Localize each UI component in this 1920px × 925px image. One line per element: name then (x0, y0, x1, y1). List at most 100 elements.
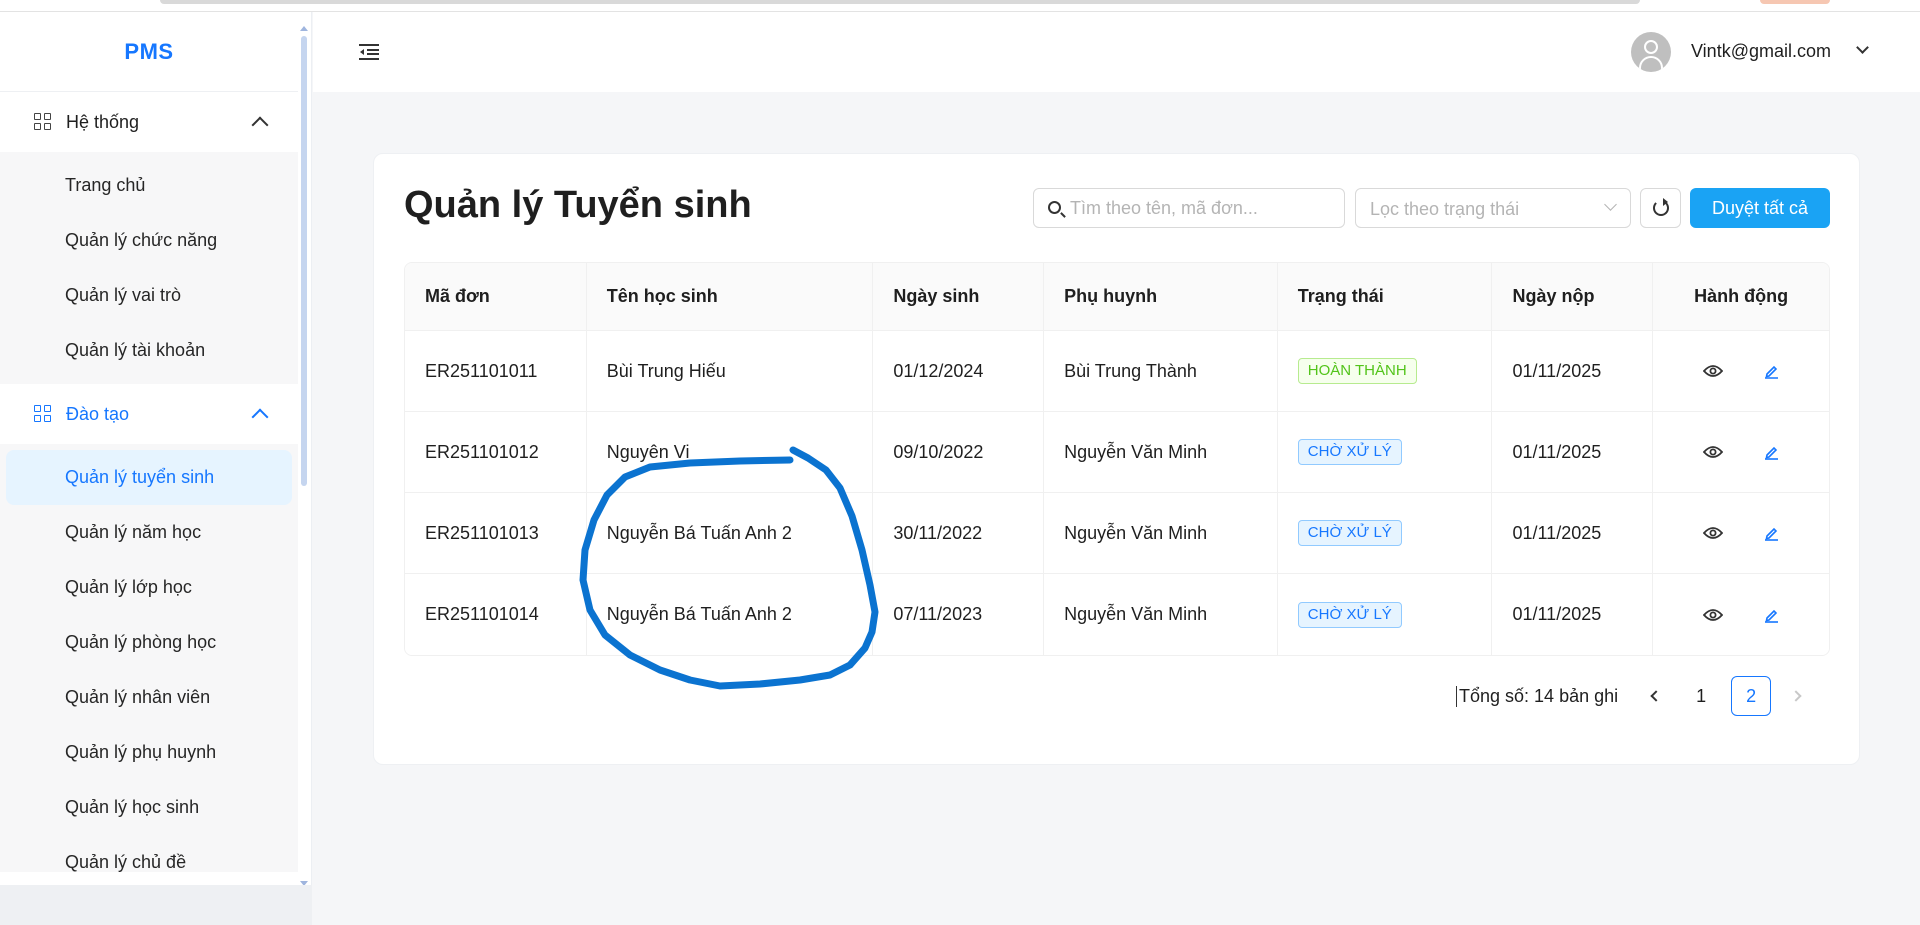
sidebar-item-quan-ly-vai-tro[interactable]: Quản lý vai trò (6, 268, 292, 323)
sidebar-item-quan-ly-nhan-vien[interactable]: Quản lý nhân viên (6, 670, 292, 725)
reload-button[interactable] (1640, 188, 1681, 228)
menu-group-dao-tao[interactable]: Đào tạo (0, 384, 298, 444)
sidebar-item-quan-ly-tuyen-sinh[interactable]: Quản lý tuyển sinh (6, 450, 292, 505)
sidebar-menu: Hệ thống Trang chủ Quản lý chức năng Quả… (0, 92, 298, 872)
brand-logo[interactable]: PMS (0, 12, 298, 92)
cell-application-id: ER251101014 (405, 574, 587, 655)
cell-application-id: ER251101012 (405, 412, 587, 492)
sidebar-item-quan-ly-chuc-nang[interactable]: Quản lý chức năng (6, 213, 292, 268)
eye-icon[interactable] (1703, 608, 1724, 622)
sidebar: PMS Hệ thống Trang chủ Quản lý chức năng… (0, 12, 312, 925)
page-button-1[interactable]: 1 (1681, 676, 1721, 716)
cell-date-of-birth: 09/10/2022 (873, 412, 1045, 492)
menu-group-he-thong[interactable]: Hệ thống (0, 92, 298, 152)
pagination-total: Tổng số: 14 bản ghi (1456, 685, 1618, 707)
sidebar-item-quan-ly-chu-de[interactable]: Quản lý chủ đề (6, 835, 292, 872)
page-title: Quản lý Tuyển sinh (404, 184, 752, 226)
pagination: Tổng số: 14 bản ghi 1 2 (1456, 676, 1816, 716)
chevron-right-icon[interactable] (1776, 676, 1816, 716)
cell-application-id: ER251101011 (405, 331, 587, 411)
reload-icon (1653, 198, 1669, 216)
sidebar-item-quan-ly-phu-huynh[interactable]: Quản lý phụ huynh (6, 725, 292, 780)
menu-group-label: Đào tạo (66, 403, 130, 424)
cell-status: CHỜ XỬ LÝ (1278, 574, 1493, 655)
cell-actions (1653, 493, 1829, 573)
sidebar-footer (0, 885, 312, 925)
scroll-up-arrow-icon[interactable] (300, 26, 308, 31)
sidebar-item-trang-chu[interactable]: Trang chủ (6, 158, 292, 213)
eye-icon[interactable] (1703, 445, 1724, 459)
search-box[interactable] (1033, 188, 1345, 228)
table-row[interactable]: ER251101013 Nguyễn Bá Tuấn Anh 2 30/11/2… (405, 493, 1829, 574)
admissions-table: Mã đơn Tên học sinh Ngày sinh Phụ huynh … (404, 262, 1830, 656)
chevron-down-icon (1604, 198, 1617, 211)
status-filter-placeholder: Lọc theo trạng thái (1370, 199, 1520, 219)
sidebar-scrollbar[interactable] (300, 26, 308, 886)
search-icon (1048, 201, 1061, 214)
grid-icon (34, 113, 52, 131)
cell-actions (1653, 412, 1829, 492)
cell-parent: Nguyễn Văn Minh (1044, 574, 1278, 655)
eye-icon[interactable] (1703, 364, 1724, 378)
table-row[interactable]: ER251101012 Nguyên Vi 09/10/2022 Nguyễn … (405, 412, 1829, 493)
user-avatar-icon[interactable] (1631, 32, 1671, 72)
edit-icon[interactable] (1763, 444, 1779, 460)
menu-fold-icon[interactable] (358, 42, 380, 62)
column-header-ngay-nop[interactable]: Ngày nộp (1492, 263, 1654, 330)
cell-status: CHỜ XỬ LÝ (1278, 412, 1493, 492)
edit-icon[interactable] (1763, 363, 1779, 379)
submenu-dao-tao: Quản lý tuyển sinh Quản lý năm học Quản … (0, 444, 298, 872)
table-row[interactable]: ER251101011 Bùi Trung Hiếu 01/12/2024 Bù… (405, 331, 1829, 412)
grid-icon (34, 405, 52, 423)
cell-status: HOÀN THÀNH (1278, 331, 1493, 411)
eye-icon[interactable] (1703, 526, 1724, 540)
cell-submitted-date: 01/11/2025 (1492, 331, 1654, 411)
cell-parent: Bùi Trung Thành (1044, 331, 1278, 411)
column-header-ma-don[interactable]: Mã đơn (405, 263, 587, 330)
column-header-phu-huynh[interactable]: Phụ huynh (1044, 263, 1278, 330)
sidebar-item-quan-ly-nam-hoc[interactable]: Quản lý năm học (6, 505, 292, 560)
user-email[interactable]: Vintk@gmail.com (1691, 41, 1831, 62)
top-header: Vintk@gmail.com (313, 12, 1920, 92)
browser-top-strip (0, 0, 1920, 12)
sidebar-item-quan-ly-tai-khoan[interactable]: Quản lý tài khoản (6, 323, 292, 378)
brand-text: PMS (124, 38, 174, 64)
status-filter-select[interactable]: Lọc theo trạng thái (1355, 188, 1631, 228)
cell-date-of-birth: 01/12/2024 (873, 331, 1045, 411)
sidebar-item-quan-ly-hoc-sinh[interactable]: Quản lý học sinh (6, 780, 292, 835)
column-header-hanh-dong: Hành động (1694, 286, 1789, 306)
scrollbar-thumb[interactable] (301, 36, 307, 486)
cell-student-name: Bùi Trung Hiếu (587, 331, 874, 411)
sidebar-item-quan-ly-lop-hoc[interactable]: Quản lý lớp học (6, 560, 292, 615)
cell-date-of-birth: 07/11/2023 (873, 574, 1045, 655)
status-badge: HOÀN THÀNH (1297, 358, 1417, 384)
chevron-up-icon (251, 116, 269, 134)
page-button-2[interactable]: 2 (1731, 676, 1772, 716)
search-input[interactable] (1070, 189, 1340, 227)
sidebar-item-quan-ly-phong-hoc[interactable]: Quản lý phòng học (6, 615, 292, 670)
cell-student-name: Nguyễn Bá Tuấn Anh 2 (587, 493, 874, 573)
chevron-left-icon[interactable] (1636, 676, 1676, 716)
browser-pill (1760, 0, 1830, 4)
column-header-ngay-sinh[interactable]: Ngày sinh (873, 263, 1045, 330)
edit-icon[interactable] (1763, 525, 1779, 541)
chevron-up-icon (251, 408, 269, 426)
chevron-down-icon[interactable] (1856, 41, 1869, 54)
cell-date-of-birth: 30/11/2022 (873, 493, 1045, 573)
cell-parent: Nguyễn Văn Minh (1044, 493, 1278, 573)
table-row[interactable]: ER251101014 Nguyễn Bá Tuấn Anh 2 07/11/2… (405, 574, 1829, 655)
submenu-he-thong: Trang chủ Quản lý chức năng Quản lý vai … (0, 152, 298, 384)
approve-all-button[interactable]: Duyệt tất cả (1690, 188, 1830, 228)
column-header-trang-thai[interactable]: Trạng thái (1278, 263, 1493, 330)
column-header-ten-hoc-sinh[interactable]: Tên học sinh (587, 263, 874, 330)
admissions-card: Quản lý Tuyển sinh Lọc theo trạng thái D… (373, 153, 1860, 765)
status-badge: CHỜ XỬ LÝ (1297, 439, 1402, 465)
status-badge: CHỜ XỬ LÝ (1297, 520, 1402, 546)
menu-group-label: Hệ thống (66, 111, 140, 132)
address-bar-edge (160, 0, 1640, 4)
edit-icon[interactable] (1763, 607, 1779, 623)
cell-status: CHỜ XỬ LÝ (1278, 493, 1493, 573)
cell-submitted-date: 01/11/2025 (1492, 574, 1654, 655)
cell-submitted-date: 01/11/2025 (1492, 493, 1654, 573)
cell-student-name: Nguyên Vi (587, 412, 874, 492)
